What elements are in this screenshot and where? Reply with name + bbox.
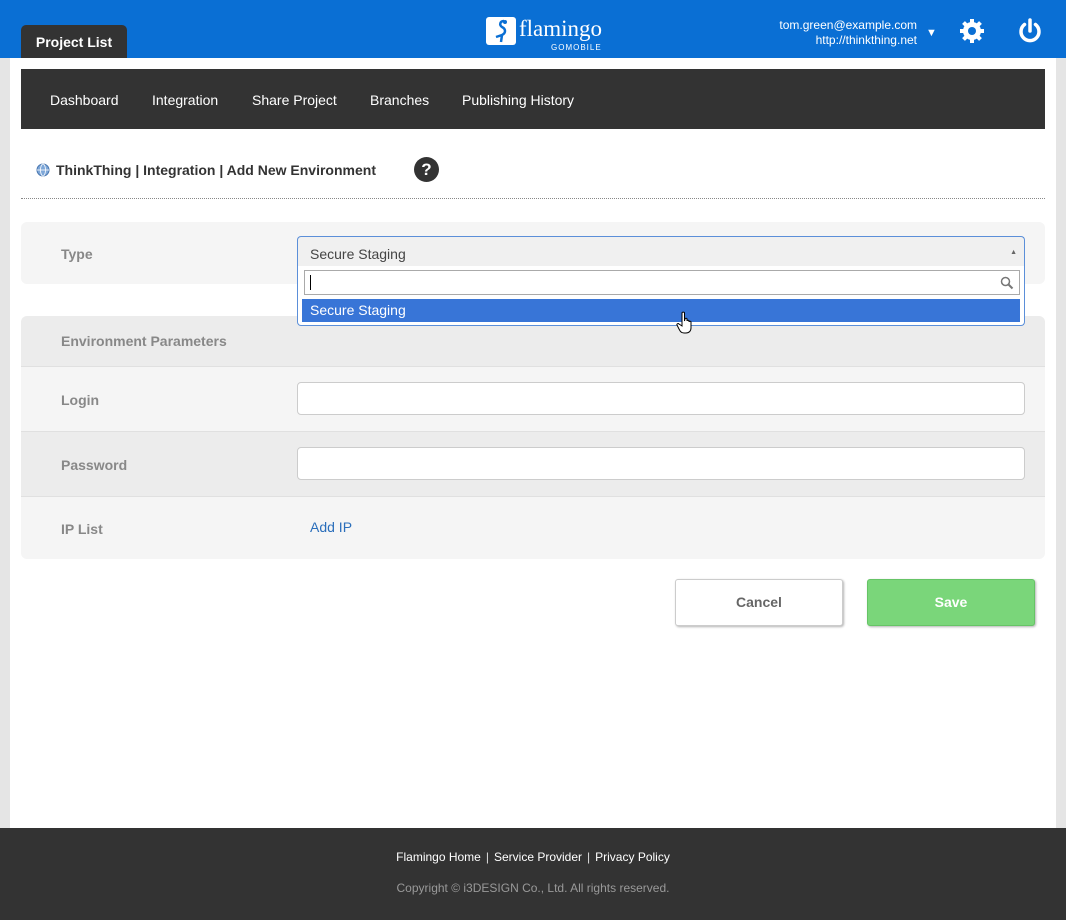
type-select[interactable]: Secure Staging ▲ xyxy=(297,236,1025,268)
nav-branches[interactable]: Branches xyxy=(370,92,429,108)
params-title: Environment Parameters xyxy=(61,333,227,349)
login-row: Login xyxy=(21,367,1045,432)
nav-share-project[interactable]: Share Project xyxy=(252,92,337,108)
text-cursor xyxy=(310,275,311,290)
caret-up-icon: ▲ xyxy=(1010,249,1017,256)
power-icon[interactable] xyxy=(1016,17,1044,45)
dropdown-search-input[interactable] xyxy=(304,270,1020,295)
user-email: tom.green@example.com xyxy=(779,18,917,32)
globe-icon xyxy=(36,163,50,177)
flamingo-logo-icon xyxy=(486,17,516,45)
divider xyxy=(21,198,1045,199)
footer-link-service-provider[interactable]: Service Provider xyxy=(494,850,582,864)
project-nav: Dashboard Integration Share Project Bran… xyxy=(21,69,1045,129)
type-dropdown: Secure Staging xyxy=(297,266,1025,326)
help-icon[interactable]: ? xyxy=(414,157,439,182)
login-input[interactable] xyxy=(297,382,1025,415)
type-select-value: Secure Staging xyxy=(310,246,406,262)
environment-parameters: Environment Parameters Login Password IP… xyxy=(21,316,1045,559)
flamingo-logo[interactable]: flamingo GOMOBILE xyxy=(486,14,626,56)
nav-publishing-history[interactable]: Publishing History xyxy=(462,92,574,108)
password-row: Password xyxy=(21,432,1045,497)
nav-dashboard[interactable]: Dashboard xyxy=(50,92,119,108)
user-site: http://thinkthing.net xyxy=(815,33,917,47)
breadcrumb: ThinkThing | Integration | Add New Envir… xyxy=(36,160,376,180)
logo-text: flamingo xyxy=(519,16,603,41)
footer-separator: | xyxy=(485,850,489,864)
type-label: Type xyxy=(61,246,93,262)
footer-separator: | xyxy=(587,850,591,864)
logo-subtext: GOMOBILE xyxy=(551,43,602,52)
gear-icon[interactable] xyxy=(958,17,986,45)
user-menu[interactable]: tom.green@example.com http://thinkthing.… xyxy=(779,18,917,48)
footer-link-privacy-policy[interactable]: Privacy Policy xyxy=(595,850,670,864)
footer-link-flamingo-home[interactable]: Flamingo Home xyxy=(396,850,481,864)
login-label: Login xyxy=(61,392,100,408)
dropdown-option[interactable]: Secure Staging xyxy=(302,299,1020,322)
hand-cursor-icon xyxy=(676,311,692,334)
project-list-tab[interactable]: Project List xyxy=(21,25,127,59)
footer: Flamingo Home | Service Provider | Privacy P… xyxy=(0,828,1066,920)
password-input[interactable] xyxy=(297,447,1025,480)
cancel-button[interactable]: Cancel xyxy=(675,579,843,626)
top-bar: Project List flamingo GOMOBILE tom.green… xyxy=(0,0,1066,59)
breadcrumb-text: ThinkThing | Integration | Add New Envir… xyxy=(56,162,376,178)
save-button[interactable]: Save xyxy=(867,579,1035,626)
footer-links: Flamingo Home | Service Provider | Privacy P… xyxy=(0,850,1066,864)
copyright: Copyright © i3DESIGN Co., Ltd. All right… xyxy=(396,881,670,895)
nav-integration[interactable]: Integration xyxy=(152,92,218,108)
ip-list-label: IP List xyxy=(61,521,103,537)
user-menu-caret-icon[interactable]: ▼ xyxy=(926,27,937,39)
ip-list-row: IP List xyxy=(21,497,1045,559)
password-label: Password xyxy=(61,457,128,473)
search-icon xyxy=(1000,276,1014,290)
add-ip-link[interactable]: Add IP xyxy=(310,519,352,535)
